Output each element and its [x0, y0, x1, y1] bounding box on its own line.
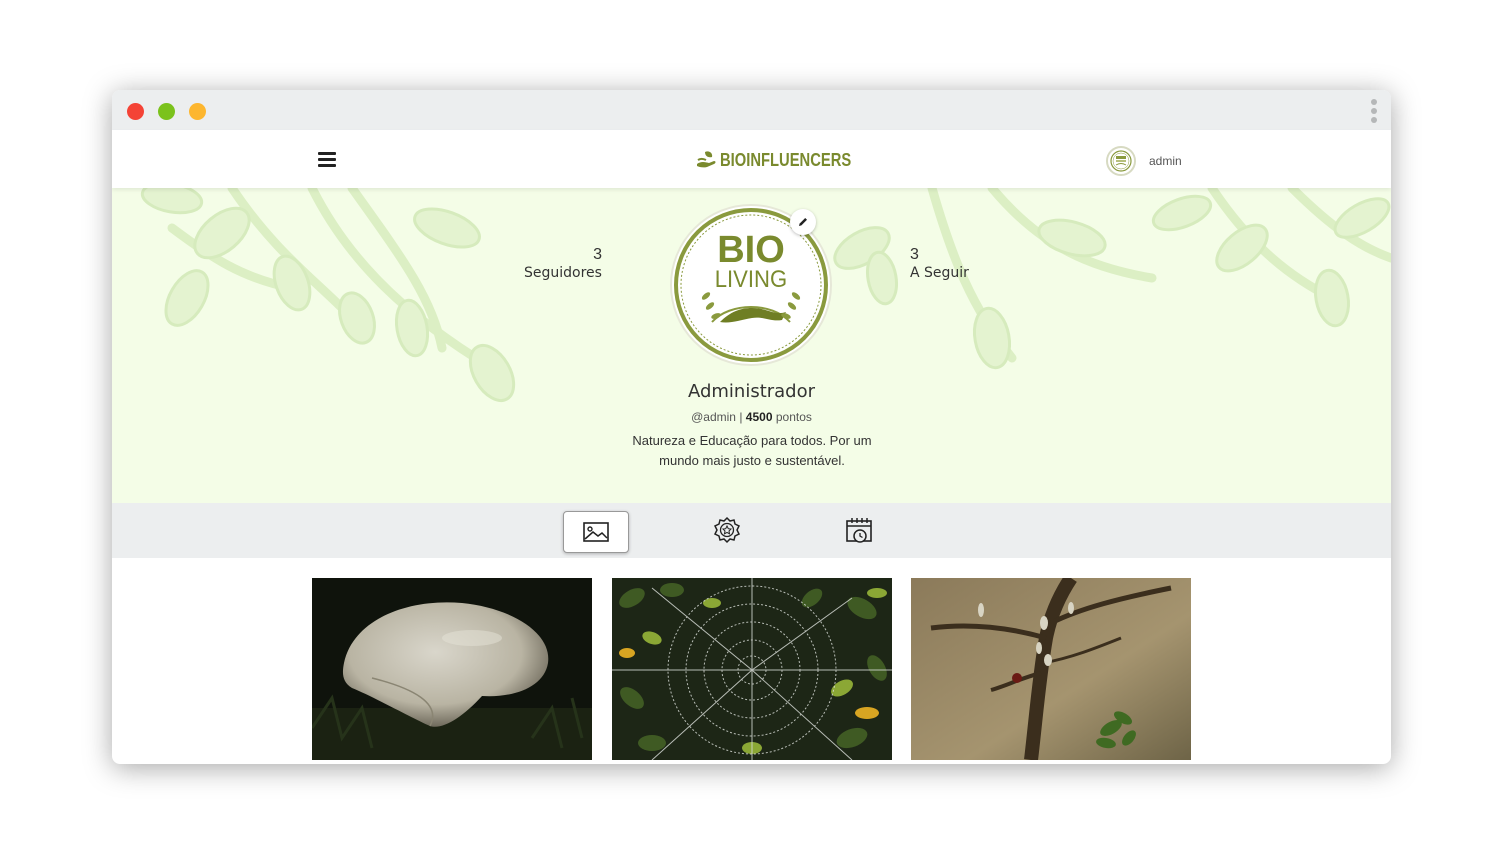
window-menu-icon[interactable]: [1371, 99, 1377, 126]
followers-label: Seguidores: [524, 265, 602, 281]
minimize-dot[interactable]: [158, 103, 175, 120]
user-menu[interactable]: admin: [1106, 146, 1182, 176]
tab-badges[interactable]: [695, 511, 759, 551]
gallery-photo-branch[interactable]: [911, 578, 1191, 760]
brand-logo[interactable]: BIOINFLUENCERS: [695, 148, 880, 172]
pencil-icon: [799, 218, 807, 226]
browser-window: BIOINFLUENCERS admin 3 Seguidores 3 A Se…: [112, 90, 1391, 764]
calendar-clock-icon: [846, 518, 872, 543]
thorny-branch-image: [911, 578, 1191, 760]
mushroom-image: [312, 578, 592, 760]
points-label: pontos: [775, 410, 812, 424]
profile-bio: Natureza e Educação para todos. Por um m…: [632, 433, 872, 468]
edit-profile-button[interactable]: [790, 209, 816, 235]
tab-events[interactable]: [827, 511, 891, 551]
following-stat[interactable]: 3 A Seguir: [910, 246, 969, 282]
hamburger-menu-icon[interactable]: [318, 152, 336, 170]
brand-hand-leaf-icon: [697, 151, 716, 168]
gallery-photo-mushroom[interactable]: [312, 578, 592, 760]
points-value: 4500: [745, 410, 773, 424]
avatar[interactable]: [1106, 146, 1136, 176]
profile-tabs: [112, 503, 1391, 558]
profile-meta: @admin | 4500 pontos: [112, 410, 1391, 424]
brand-text: BIOINFLUENCERS: [720, 149, 852, 170]
tab-posts[interactable]: [563, 511, 629, 553]
followers-count: 3: [593, 246, 602, 263]
window-titlebar: [112, 90, 1391, 130]
maximize-dot[interactable]: [189, 103, 206, 120]
gallery-photo-spider-web[interactable]: [612, 578, 892, 760]
logo-text-living: LIVING: [715, 265, 787, 292]
following-label: A Seguir: [910, 265, 969, 281]
profile-header: 3 Seguidores 3 A Seguir BIO LIVING Admin…: [112, 188, 1391, 503]
top-navbar: BIOINFLUENCERS admin: [112, 130, 1391, 188]
followers-stat[interactable]: 3 Seguidores: [524, 246, 602, 282]
image-icon: [583, 522, 609, 542]
badge-award-icon: [713, 516, 741, 544]
username[interactable]: admin: [1149, 154, 1182, 168]
following-count: 3: [910, 246, 919, 263]
close-dot[interactable]: [127, 103, 144, 120]
profile-handle: @admin: [691, 410, 736, 424]
meta-separator: |: [739, 410, 743, 424]
profile-name: Administrador: [687, 381, 816, 402]
spider-web-image: [612, 578, 892, 760]
bioliving-mini-logo: [1110, 150, 1132, 172]
